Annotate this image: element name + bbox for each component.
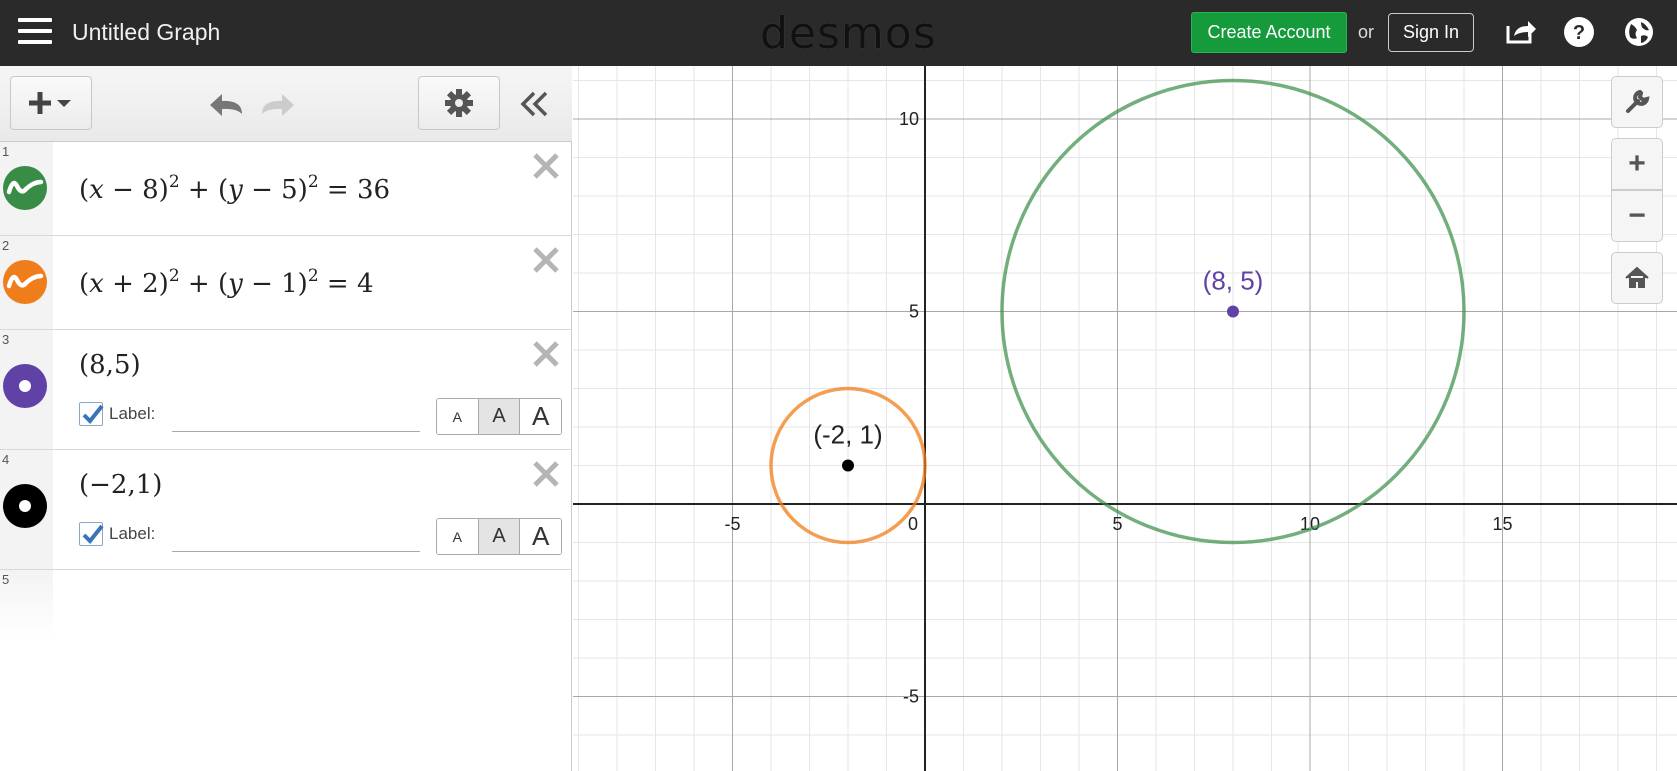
graph-paper[interactable]: -5 0 5 10 15 10 5 -5 (8, 5) (-2, 1) + −: [573, 66, 1677, 771]
label-size-large[interactable]: A: [520, 519, 561, 554]
label-size-selector: A A A: [436, 518, 562, 555]
point-latex[interactable]: (−2,1): [79, 470, 162, 500]
sign-in-button[interactable]: Sign In: [1388, 13, 1474, 52]
check-icon: [82, 404, 104, 424]
expression-gutter: 3: [0, 330, 53, 449]
expression-latex[interactable]: (x + 2)2 + (y − 1)2 = 4: [79, 266, 374, 299]
expression-panel: 1 (x − 8)2 + (y − 5)2 = 36 2 (x + 2)2 + …: [0, 66, 572, 771]
point-8-5[interactable]: [1227, 305, 1239, 318]
wave-icon[interactable]: [3, 166, 47, 210]
graph-settings-button[interactable]: [1611, 76, 1663, 128]
expression-gutter: 4: [0, 450, 53, 569]
graph-canvas[interactable]: -5 0 5 10 15105-5 (8, 5) (-2, 1): [573, 66, 1677, 771]
add-expression-icon: [29, 92, 71, 114]
y-tick-label: -5: [903, 687, 919, 707]
label-size-medium[interactable]: A: [478, 399, 521, 434]
home-view-button[interactable]: [1611, 252, 1663, 304]
home-icon: [1625, 266, 1649, 288]
label-caption: Label:: [109, 404, 156, 423]
expression-gutter: 5: [0, 570, 53, 640]
expression-index: 3: [2, 332, 10, 347]
desmos-logo: desmos: [760, 8, 937, 59]
point-icon[interactable]: [3, 364, 47, 408]
graph-title[interactable]: Untitled Graph: [72, 19, 220, 46]
delete-icon[interactable]: [530, 244, 562, 276]
expression-row-4[interactable]: 4 (−2,1) Label: A A A: [0, 450, 572, 570]
expression-gutter: 1: [0, 142, 53, 235]
globe-icon[interactable]: [1621, 14, 1657, 50]
expression-index: 4: [2, 452, 10, 467]
expression-latex[interactable]: (x − 8)2 + (y − 5)2 = 36: [79, 172, 390, 205]
label-size-small[interactable]: A: [437, 399, 479, 434]
point-neg2-1[interactable]: [842, 459, 854, 472]
delete-icon[interactable]: [530, 458, 562, 490]
y-tick-label: 10: [899, 109, 919, 129]
label-input[interactable]: [172, 522, 420, 552]
header-bar: Untitled Graph desmos Create Account or …: [0, 0, 1677, 66]
label-checkbox[interactable]: [79, 522, 104, 546]
delete-icon[interactable]: [530, 150, 562, 182]
expression-row-3[interactable]: 3 (8,5) Label: A A A: [0, 330, 572, 450]
point-latex[interactable]: (8,5): [79, 350, 141, 380]
point-icon[interactable]: [3, 484, 47, 528]
label-size-selector: A A A: [436, 398, 562, 435]
zoom-out-button[interactable]: −: [1611, 190, 1663, 242]
label-caption: Label:: [109, 524, 156, 543]
expression-row-5[interactable]: 5: [0, 570, 572, 640]
help-icon[interactable]: ?: [1561, 14, 1597, 50]
collapse-icon[interactable]: [520, 90, 552, 118]
redo-icon[interactable]: [256, 88, 296, 120]
expression-gutter: 2: [0, 236, 53, 329]
label-size-medium[interactable]: A: [478, 519, 521, 554]
expression-index: 2: [2, 238, 10, 253]
y-tick-label: 5: [909, 302, 919, 322]
x-tick-label: 0: [908, 514, 918, 534]
expression-index: 1: [2, 144, 10, 159]
check-icon: [82, 524, 104, 544]
create-account-button[interactable]: Create Account: [1191, 12, 1347, 53]
expression-index: 5: [2, 572, 10, 587]
zoom-in-icon: +: [1628, 147, 1646, 180]
label-size-small[interactable]: A: [437, 519, 479, 554]
or-text: or: [1358, 22, 1375, 42]
x-tick-label: -5: [724, 514, 740, 534]
label-input[interactable]: [172, 402, 420, 432]
expression-toolbar: [0, 66, 572, 142]
label-toggle: Label:: [79, 522, 155, 546]
delete-icon[interactable]: [530, 338, 562, 370]
wrench-icon: [1626, 89, 1650, 113]
label-size-large[interactable]: A: [520, 399, 561, 434]
menu-icon[interactable]: [18, 18, 52, 46]
point-label-8-5: (8, 5): [1203, 266, 1264, 296]
expression-row-2[interactable]: 2 (x + 2)2 + (y − 1)2 = 4: [0, 236, 572, 330]
label-checkbox[interactable]: [79, 402, 104, 426]
x-tick-label: 5: [1112, 514, 1122, 534]
zoom-out-icon: −: [1628, 199, 1646, 232]
x-tick-label: 15: [1492, 514, 1512, 534]
expression-row-1[interactable]: 1 (x − 8)2 + (y − 5)2 = 36: [0, 142, 572, 236]
settings-button[interactable]: [418, 76, 500, 130]
undo-icon[interactable]: [208, 88, 248, 120]
gear-icon: [445, 89, 473, 117]
label-toggle: Label:: [79, 402, 155, 426]
share-icon[interactable]: [1502, 14, 1538, 50]
svg-text:?: ?: [1573, 22, 1585, 44]
zoom-in-button[interactable]: +: [1611, 138, 1663, 190]
point-label-neg2-1: (-2, 1): [813, 420, 882, 450]
wave-icon[interactable]: [3, 260, 47, 304]
add-expression-button[interactable]: [10, 76, 92, 130]
